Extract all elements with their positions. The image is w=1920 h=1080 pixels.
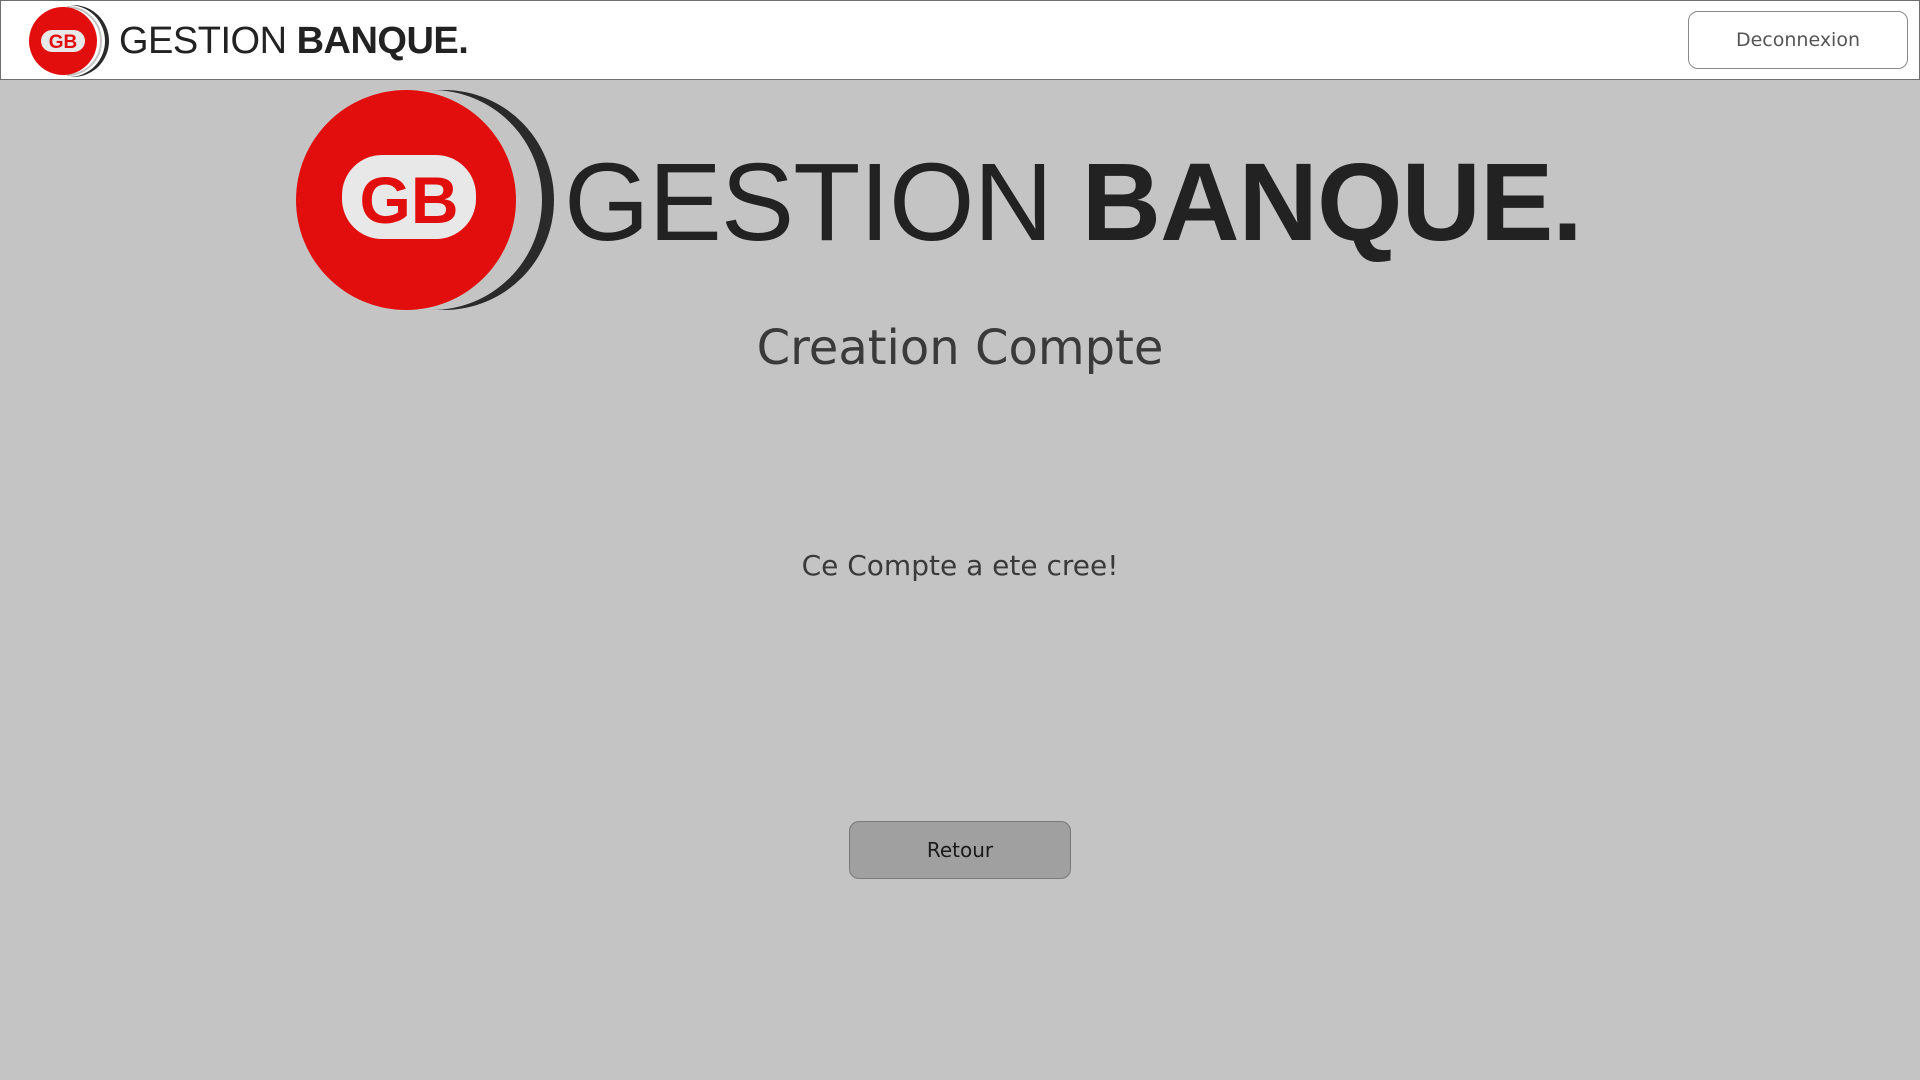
back-button[interactable]: Retour	[849, 821, 1071, 879]
header-logo: GB GESTION BANQUE.	[27, 3, 469, 79]
hero-brand-name: GESTION BANQUE.	[564, 139, 1583, 266]
header-brand-name: GESTION BANQUE.	[119, 19, 469, 63]
brand-name-light: GESTION	[119, 19, 297, 62]
top-bar: GB GESTION BANQUE. Deconnexion	[0, 0, 1920, 80]
hero-brand-name-bold: BANQUE.	[1081, 141, 1583, 264]
page-title: Creation Compte	[756, 320, 1164, 376]
confirmation-message: Ce Compte a ete cree!	[801, 549, 1119, 582]
brand-name-bold: BANQUE.	[296, 19, 469, 62]
hero-brand-name-light: GESTION	[564, 141, 1082, 264]
gb-logo-icon: GB	[29, 5, 109, 77]
logout-button[interactable]: Deconnexion	[1688, 11, 1908, 69]
svg-text:GB: GB	[360, 163, 459, 237]
svg-text:GB: GB	[49, 32, 78, 53]
gb-logo-large-icon: GB	[296, 90, 554, 310]
hero-logo: GB GESTION BANQUE.	[294, 88, 1594, 313]
